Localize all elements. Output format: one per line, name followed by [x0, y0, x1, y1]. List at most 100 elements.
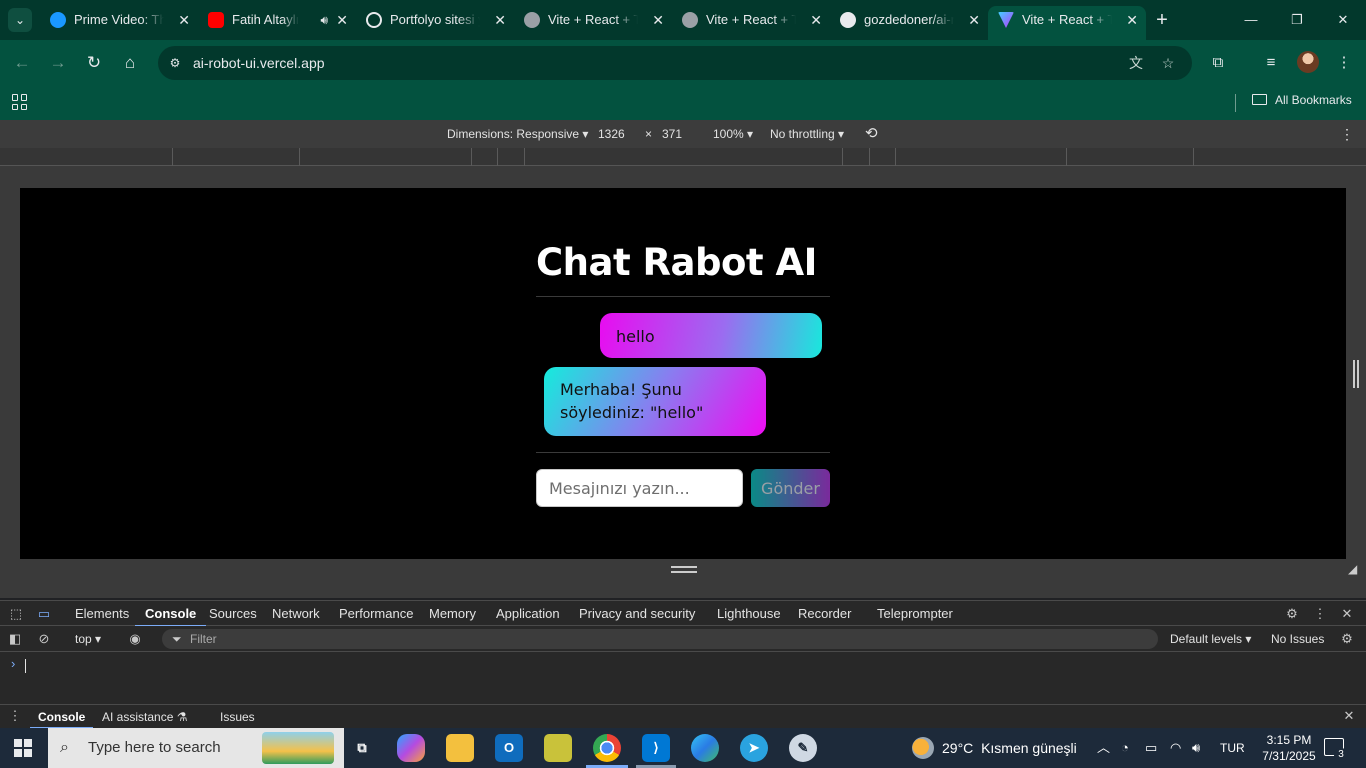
telegram-icon[interactable]: ➤ [740, 734, 768, 762]
speaker-icon[interactable]: 🔊︎ [320, 6, 328, 34]
rotate-icon[interactable]: ⟲ [865, 120, 878, 148]
issues-counter[interactable]: No Issues [1271, 626, 1324, 652]
url-text[interactable]: ai-robot-ui.vercel.app [193, 46, 325, 80]
file-explorer-icon[interactable] [446, 734, 474, 762]
throttling-dropdown[interactable]: No throttling ▾ [770, 120, 844, 148]
tab-memory[interactable]: Memory [429, 601, 476, 627]
window-close-button[interactable]: ✕ [1320, 0, 1366, 40]
tab-github[interactable]: gozdedoner/ai-r ✕ [830, 6, 988, 34]
close-icon[interactable]: ✕ [494, 6, 506, 34]
wifi-icon[interactable]: ◠ [1170, 728, 1181, 768]
console-settings-icon[interactable]: ⚙ [1338, 630, 1356, 648]
close-icon[interactable]: ✕ [810, 6, 822, 34]
drawer-menu-icon[interactable]: ⋮ [6, 707, 24, 725]
drawer-close-icon[interactable]: ✕ [1340, 707, 1358, 725]
outlook-icon[interactable]: O [495, 734, 523, 762]
translate-icon[interactable]: 文 [1126, 53, 1146, 73]
extensions-icon[interactable]: ⧉ [1206, 51, 1230, 75]
vscode-icon[interactable]: ⟩ [642, 734, 670, 762]
inspect-element-icon[interactable]: ⬚ [7, 605, 25, 623]
console-output[interactable]: › [0, 652, 1366, 704]
log-levels-dropdown[interactable]: Default levels ▾ [1170, 626, 1251, 652]
send-button[interactable]: Gönder [751, 469, 830, 507]
tab-prime-video[interactable]: Prime Video: The ✕ [40, 6, 198, 34]
width-input[interactable]: 1326 [598, 120, 625, 148]
close-icon[interactable]: ✕ [652, 6, 664, 34]
more-options-icon[interactable]: ⋮ [1340, 120, 1354, 148]
devtools-close-icon[interactable]: ✕ [1338, 605, 1356, 623]
apps-grid-icon[interactable] [12, 94, 28, 110]
volume-icon[interactable]: 🔊︎ [1192, 728, 1200, 768]
weather-widget[interactable]: 29°C Kısmen güneşli [912, 728, 1077, 768]
tab-recorder[interactable]: Recorder [798, 601, 851, 627]
width-resize-handle[interactable] [1353, 360, 1359, 388]
bookmark-star-icon[interactable]: ☆ [1158, 53, 1178, 73]
tray-chevron-icon[interactable]: ︿ [1097, 728, 1110, 768]
language-indicator[interactable]: TUR [1220, 728, 1245, 768]
home-button[interactable]: ⌂ [118, 51, 142, 75]
tab-privacy-security[interactable]: Privacy and security [579, 601, 695, 627]
media-query-ruler[interactable] [0, 148, 1366, 166]
forward-button[interactable]: → [46, 51, 70, 75]
battery-icon[interactable]: ▭ [1145, 728, 1157, 768]
back-button[interactable]: ← [10, 51, 34, 75]
height-resize-handle[interactable] [671, 566, 697, 573]
profile-avatar[interactable] [1297, 51, 1319, 73]
search-highlight-image[interactable] [262, 732, 334, 764]
height-input[interactable]: 371 [662, 120, 682, 148]
tab-search-button[interactable]: ⌄ [8, 8, 32, 32]
close-icon[interactable]: ✕ [178, 6, 190, 34]
tab-application[interactable]: Application [496, 601, 560, 627]
clear-console-icon[interactable]: ⊘ [35, 630, 53, 648]
devtools-menu-icon[interactable]: ⋮ [1311, 605, 1329, 623]
message-input[interactable] [536, 469, 743, 507]
sidebar-toggle-icon[interactable]: ◧ [6, 630, 24, 648]
device-toggle-icon[interactable]: ▭ [35, 605, 53, 623]
settings-gear-icon[interactable]: ⚙ [1283, 605, 1301, 623]
restore-button[interactable]: ❐ [1274, 0, 1320, 40]
media-control-icon[interactable]: ≡ [1259, 51, 1283, 75]
tab-lighthouse[interactable]: Lighthouse [717, 601, 781, 627]
tab-vite-active[interactable]: Vite + React + T ✕ [988, 6, 1146, 40]
menu-icon[interactable]: ⋮ [1332, 51, 1356, 75]
clock[interactable]: 3:15 PM 7/31/2025 [1262, 732, 1316, 764]
tab-vite-1[interactable]: Vite + React + T ✕ [514, 6, 672, 34]
tab-console[interactable]: Console [135, 601, 207, 627]
drawer-tab-console[interactable]: Console [30, 705, 94, 729]
tab-vite-2[interactable]: Vite + React + T ✕ [672, 6, 830, 34]
edge-icon[interactable] [691, 734, 719, 762]
new-tab-button[interactable]: + [1150, 6, 1174, 34]
reload-button[interactable]: ↻ [82, 51, 106, 75]
windows-start-icon[interactable] [14, 739, 32, 757]
chrome-icon[interactable] [593, 734, 621, 762]
clock-date: 7/31/2025 [1262, 749, 1316, 763]
tab-elements[interactable]: Elements [75, 601, 129, 627]
dimensions-dropdown[interactable]: Dimensions: Responsive ▾ [447, 120, 588, 148]
game-app-icon[interactable] [544, 734, 572, 762]
drawer-tab-issues[interactable]: Issues [220, 705, 255, 729]
all-bookmarks-button[interactable]: All Bookmarks [1252, 86, 1352, 114]
meet-icon[interactable]: ◔ [1121, 728, 1129, 768]
tab-sources[interactable]: Sources [209, 601, 257, 627]
site-info-icon[interactable]: ⚙ [166, 54, 184, 72]
drawer-tab-ai-assistance[interactable]: AI assistance ⚗ [102, 705, 187, 729]
zoom-dropdown[interactable]: 100% ▾ [713, 120, 753, 148]
eye-icon[interactable]: ◉ [126, 630, 144, 648]
tab-network[interactable]: Network [272, 601, 320, 627]
console-filter-input[interactable]: ⏷ Filter [162, 629, 1158, 649]
close-icon[interactable]: ✕ [968, 6, 980, 34]
paint-icon[interactable]: ✎ [789, 734, 817, 762]
tab-performance[interactable]: Performance [339, 601, 413, 627]
address-bar[interactable]: ⚙ ai-robot-ui.vercel.app 文 ☆ [158, 46, 1192, 80]
devtools-tabbar: ⬚ ▭ Elements Console Sources Network Per… [0, 600, 1366, 627]
task-view-icon[interactable]: ⧉ [348, 734, 376, 762]
minimize-button[interactable]: — [1228, 0, 1274, 40]
tab-teleprompter[interactable]: Teleprompter [877, 601, 953, 627]
corner-resize-icon[interactable]: ◢ [1348, 562, 1362, 576]
context-selector[interactable]: top ▾ [75, 626, 101, 652]
copilot-icon[interactable] [397, 734, 425, 762]
tab-youtube[interactable]: Fatih Altaylı 🔊︎ ✕ [198, 6, 356, 34]
close-icon[interactable]: ✕ [1126, 6, 1138, 34]
tab-chatgpt[interactable]: Portfolyo sitesi y ✕ [356, 6, 514, 34]
close-icon[interactable]: ✕ [336, 6, 348, 34]
